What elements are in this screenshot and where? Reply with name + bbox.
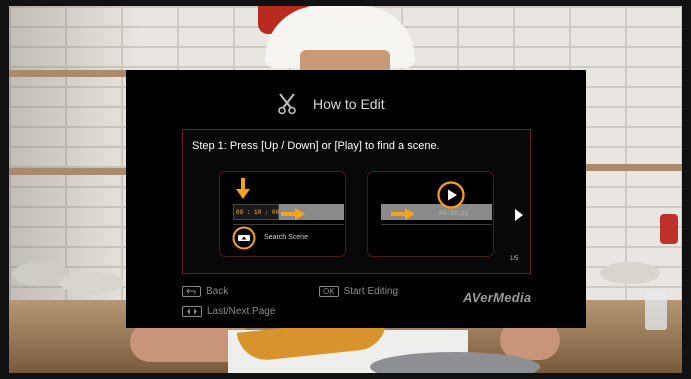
start-editing-hint[interactable]: OK Start Editing bbox=[319, 286, 398, 297]
timecode: 00:33:21 bbox=[439, 210, 468, 217]
down-arrow-icon bbox=[236, 178, 250, 199]
scissors-icon bbox=[278, 93, 296, 115]
divider bbox=[233, 224, 344, 225]
frame-edge bbox=[0, 0, 9, 379]
back-hint[interactable]: Back bbox=[182, 286, 228, 297]
bowl bbox=[60, 272, 124, 294]
play-circle-icon bbox=[437, 181, 465, 209]
ok-key-icon: OK bbox=[319, 286, 339, 297]
timecode: 00 : 10 : 00 bbox=[236, 209, 280, 216]
start-editing-label: Start Editing bbox=[343, 286, 399, 297]
page-hint[interactable]: Last/Next Page bbox=[182, 306, 275, 317]
dialog-header: How to Edit bbox=[126, 70, 586, 130]
bowl bbox=[600, 262, 660, 284]
back-label: Back bbox=[206, 286, 229, 297]
frame-edge bbox=[0, 0, 691, 6]
illustration-play: 00:33:21 bbox=[367, 171, 494, 257]
search-scene-label: Search Scene bbox=[264, 234, 308, 241]
page-keys-icon bbox=[182, 306, 202, 317]
next-icon[interactable] bbox=[514, 209, 524, 221]
shelf bbox=[9, 70, 129, 77]
page-label: Last/Next Page bbox=[207, 306, 276, 317]
right-arrow-icon bbox=[281, 208, 305, 220]
how-to-edit-dialog: How to Edit Step 1: Press [Up / Down] or… bbox=[126, 70, 586, 328]
divider bbox=[381, 224, 492, 225]
step-text: Step 1: Press [Up / Down] or [Play] to f… bbox=[192, 140, 440, 152]
right-arrow-icon bbox=[391, 208, 415, 220]
bottle bbox=[660, 214, 678, 244]
frame-edge bbox=[682, 0, 691, 379]
shelf bbox=[9, 168, 129, 175]
glass bbox=[645, 292, 667, 330]
updown-button-icon bbox=[232, 226, 256, 250]
frame-edge bbox=[0, 373, 691, 379]
dialog-title: How to Edit bbox=[313, 96, 385, 112]
step-instructions: Step 1: Press [Up / Down] or [Play] to f… bbox=[182, 129, 531, 274]
illustration-search-scene: 00 : 10 : 00 Search Scene bbox=[219, 171, 346, 257]
page-indicator: 1/5 bbox=[510, 256, 519, 262]
back-key-icon bbox=[182, 286, 201, 297]
brand-logo: AVerMedia bbox=[463, 290, 532, 305]
